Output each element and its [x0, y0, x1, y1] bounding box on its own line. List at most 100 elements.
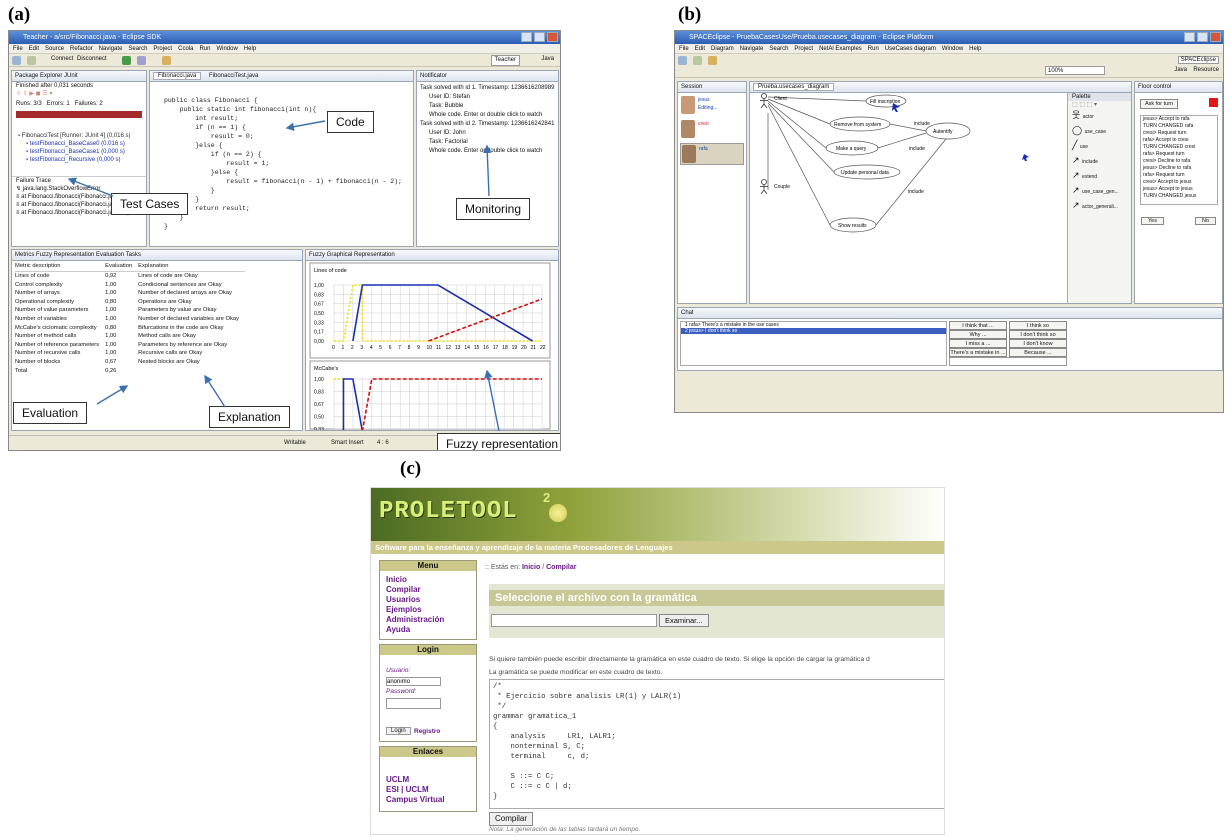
menu-item[interactable]: Navigate: [740, 46, 764, 52]
close-button[interactable]: [1210, 32, 1221, 42]
search-icon[interactable]: [707, 56, 717, 65]
usecase-autentify[interactable]: Autentify: [933, 129, 953, 135]
palette-item[interactable]: ↗ extend: [1068, 169, 1131, 184]
menu-box: Menu Inicio Compilar Usuarios Ejemplos Admin…: [379, 560, 477, 640]
nav-link[interactable]: Ayuda: [386, 625, 476, 635]
external-link[interactable]: Campus Virtual: [386, 795, 476, 805]
session-user[interactable]: jesus Editing...: [680, 95, 744, 117]
usecase-make-query[interactable]: Make a query: [836, 146, 867, 152]
floor-control-tab[interactable]: Floor control: [1135, 82, 1222, 93]
palette-item[interactable]: ↗ actor_generali...: [1068, 199, 1131, 214]
palette-tool-icon: ↗: [1072, 170, 1083, 180]
actor-couple-label: Couple: [774, 184, 790, 190]
usecase-show-results[interactable]: Show results: [838, 223, 867, 229]
chat-quick-button[interactable]: I don't think so: [1009, 330, 1067, 339]
include-label: include: [909, 146, 925, 152]
usecase-remove-from-system[interactable]: Remove from system: [834, 122, 881, 128]
grammar-line: terminal c, d;: [493, 753, 590, 761]
diagram-panel: Prueba.usecases_diagram Client Couple Fi…: [749, 81, 1132, 304]
chat-tab[interactable]: Chat: [678, 308, 1222, 319]
usecase-diagram-canvas[interactable]: Client Couple Fill inscription Remove fr…: [750, 93, 1068, 303]
chat-quick-button[interactable]: I miss a ...: [949, 339, 1007, 348]
window-title-bar: SPACEclipse - PruebaCasesUse/Prueba.usec…: [675, 31, 1223, 44]
palette-item[interactable]: ╱ use: [1068, 139, 1131, 154]
grammar-textarea[interactable]: /* * Ejercicio sobre analisis LR(1) y LA…: [489, 679, 944, 809]
compile-button[interactable]: Compilar: [489, 812, 534, 826]
minimize-button[interactable]: [1184, 32, 1195, 42]
floor-log-line: jesus> Decline to rafa: [1143, 165, 1192, 171]
browse-button[interactable]: Examinar...: [659, 614, 709, 627]
chat-quick-button[interactable]: There's a mistake in ...: [949, 348, 1007, 357]
grammar-line: nonterminal S, C;: [493, 743, 585, 751]
file-path-input[interactable]: [491, 614, 657, 627]
palette-tool-icon: ◯: [1072, 125, 1085, 135]
login-button[interactable]: Login: [386, 727, 411, 735]
session-panel: Session jesus Editing... cresi rafa: [677, 81, 747, 304]
no-button[interactable]: No: [1195, 217, 1217, 225]
toolbar: 100% SPACEclipse Java Resource: [675, 54, 1223, 78]
zoom-select[interactable]: 100%: [1045, 66, 1105, 75]
actor-client-icon[interactable]: [760, 93, 768, 109]
palette-item-label: include: [1082, 159, 1098, 165]
menu-item[interactable]: NetAl Examples: [819, 46, 862, 52]
user-name: cresi: [698, 121, 709, 127]
chat-quick-button[interactable]: Why ...: [949, 330, 1007, 339]
nav-link[interactable]: Ejemplos: [386, 605, 476, 615]
menu-item[interactable]: Window: [942, 46, 963, 52]
links-title: Enlaces: [380, 747, 476, 757]
palette-item[interactable]: ↗ include: [1068, 154, 1131, 169]
external-link[interactable]: ESI | UCLM: [386, 785, 476, 795]
menu-item[interactable]: Diagram: [711, 46, 734, 52]
palette-item-label: actor: [1082, 114, 1094, 120]
menu-item[interactable]: Project: [794, 46, 813, 52]
resource-perspective[interactable]: Resource: [1193, 67, 1219, 73]
floor-log-line: jesus> Accept to jesus: [1143, 186, 1193, 192]
nav-link[interactable]: Compilar: [386, 585, 476, 595]
spaceclipse-perspective[interactable]: SPACEclipse: [1177, 56, 1219, 64]
external-link[interactable]: UCLM: [386, 775, 476, 785]
session-user[interactable]: rafa: [680, 143, 744, 165]
user-input[interactable]: [386, 677, 441, 686]
palette-item[interactable]: ↗ use_case_gen...: [1068, 184, 1131, 199]
menu-links: Inicio Compilar Usuarios Ejemplos Administra…: [380, 571, 476, 635]
session-tab[interactable]: Session: [678, 82, 746, 93]
menu-item[interactable]: Search: [769, 46, 788, 52]
actor-couple-icon[interactable]: [760, 179, 768, 195]
java-perspective[interactable]: Java: [1174, 67, 1187, 73]
chat-input[interactable]: [949, 357, 1067, 366]
nav-link[interactable]: Inicio: [386, 575, 476, 585]
chat-panel: Chat 1 rafa> There's a mistake in the us…: [677, 307, 1223, 371]
new-icon[interactable]: [678, 56, 687, 65]
save-icon[interactable]: [692, 56, 702, 65]
nav-link[interactable]: Usuarios: [386, 595, 476, 605]
nav-link[interactable]: Administración: [386, 615, 476, 625]
floor-log-line: rafa> Accept to cresi: [1143, 137, 1189, 143]
menu-item[interactable]: Edit: [695, 46, 705, 52]
chat-quick-button[interactable]: I think so: [1009, 321, 1067, 330]
info-text-1: Si quiere también puede escribir directa…: [489, 656, 870, 663]
diagram-tab: Prueba.usecases_diagram: [750, 82, 1131, 93]
usecase-update-personal-data[interactable]: Update personal data: [841, 170, 889, 176]
usecase-fill-inscription[interactable]: Fill inscription: [870, 99, 901, 105]
yes-button[interactable]: Yes: [1141, 217, 1164, 225]
maximize-button[interactable]: [1197, 32, 1208, 42]
floor-log-line: cresi> Accept to jesus: [1143, 179, 1192, 185]
palette-item[interactable]: ◯ use_case: [1068, 124, 1131, 139]
chat-quick-button[interactable]: I think that ...: [949, 321, 1007, 330]
chat-quick-button[interactable]: I don't know: [1009, 339, 1067, 348]
menu-item[interactable]: Help: [969, 46, 981, 52]
menu-item[interactable]: File: [679, 46, 689, 52]
palette-item[interactable]: 웃 actor: [1068, 109, 1131, 124]
login-box: Login Usuario: Password: Login Registro: [379, 644, 477, 742]
menu-item[interactable]: UseCases diagram: [885, 46, 936, 52]
breadcrumb-home[interactable]: Inicio: [522, 564, 540, 571]
session-user[interactable]: cresi: [680, 119, 744, 141]
menu-item[interactable]: Run: [868, 46, 879, 52]
menu-bar: File Edit Diagram Navigate Search Project NetA…: [675, 44, 1223, 54]
floor-log-line: TURN CHANGED jesus: [1143, 193, 1197, 199]
password-input[interactable]: [386, 698, 441, 709]
register-link[interactable]: Registro: [414, 728, 440, 735]
ask-for-turn-button[interactable]: Ask for turn: [1140, 99, 1179, 109]
chat-quick-button[interactable]: Because ...: [1009, 348, 1067, 357]
grammar-line: }: [493, 793, 498, 801]
